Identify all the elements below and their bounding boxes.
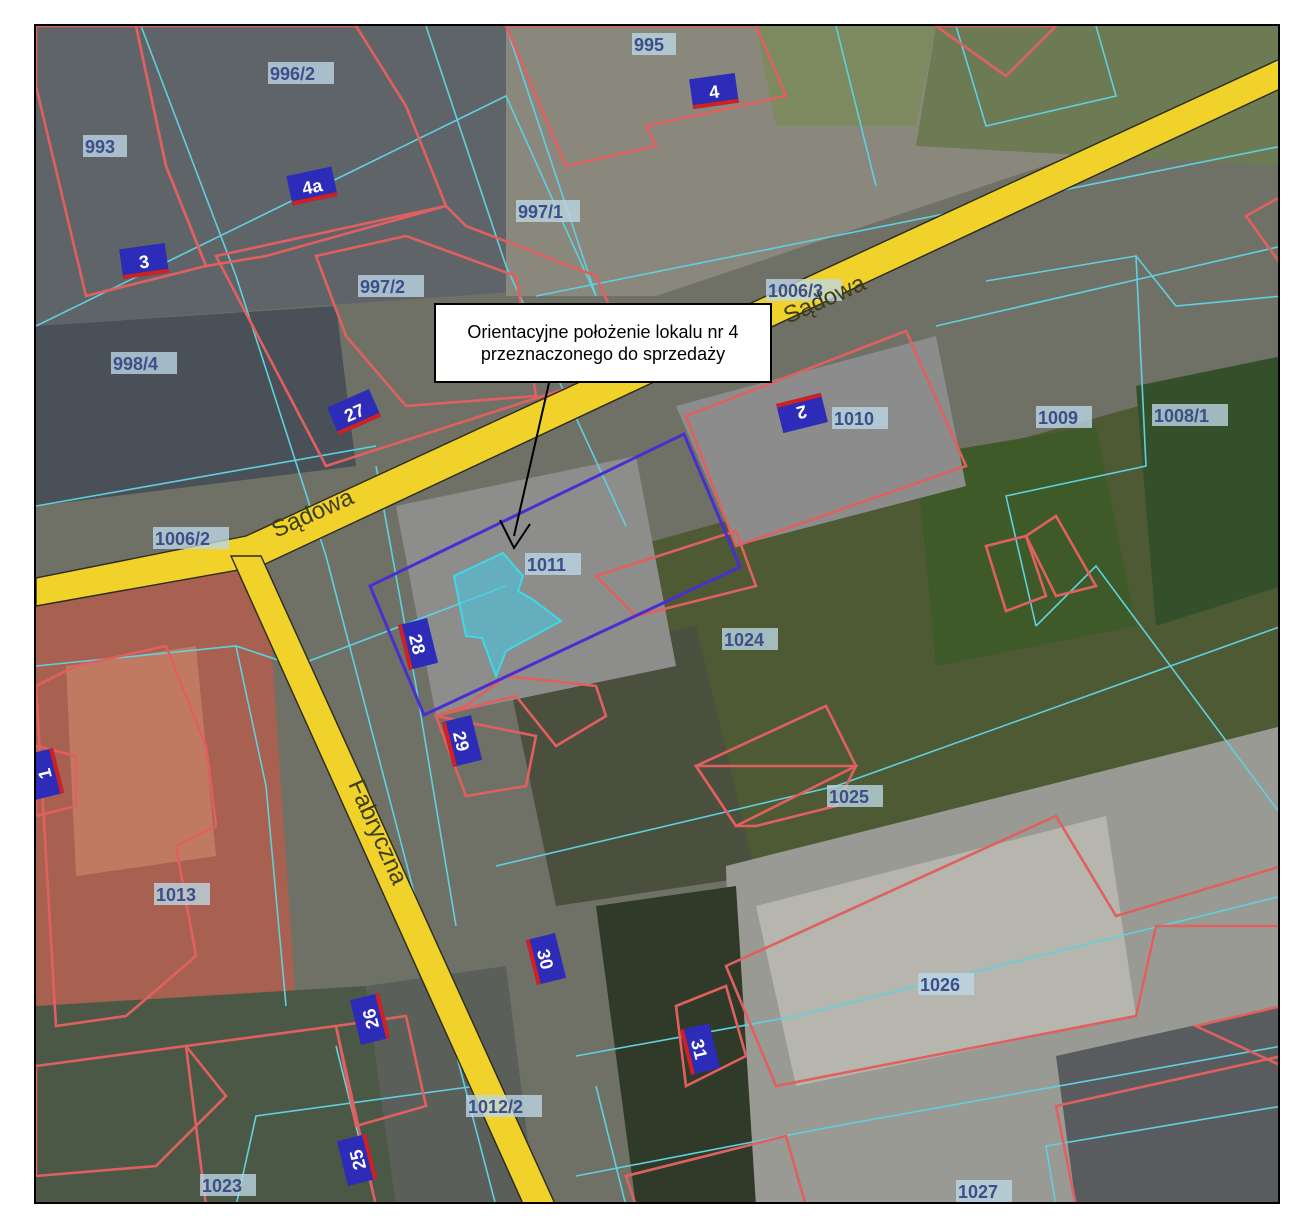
location-callout: Orientacyjne położenie lokalu nr 4 przez… <box>434 303 772 383</box>
callout-line-1: Orientacyjne położenie lokalu nr 4 <box>467 322 739 342</box>
cadastral-map: 993 995 996/2 997/1 997/2 998/4 1006/2 1… <box>36 26 1278 1202</box>
parcel-label: 996/2 <box>270 64 315 84</box>
parcel-label: 1008/1 <box>1154 406 1209 426</box>
parcel-label: 1023 <box>202 1176 242 1196</box>
parcel-label: 1024 <box>724 630 764 650</box>
parcel-label: 1025 <box>829 787 869 807</box>
house-number-badge: 3 <box>119 242 169 280</box>
parcel-label: 997/1 <box>518 202 563 222</box>
parcel-label: 998/4 <box>113 354 158 374</box>
aerial-background <box>36 26 1278 1202</box>
parcel-label: 993 <box>85 137 115 157</box>
parcel-label: 1011 <box>527 555 566 575</box>
parcel-label: 1013 <box>156 885 196 905</box>
parcel-label: 1009 <box>1038 408 1078 428</box>
parcel-label: 1006/2 <box>155 529 210 549</box>
parcel-label: 1010 <box>834 409 874 429</box>
parcel-label: 995 <box>634 35 664 55</box>
parcel-label: 997/2 <box>360 277 405 297</box>
house-number-badge: 4 <box>689 72 739 110</box>
parcel-label: 1012/2 <box>468 1097 523 1117</box>
map-frame: 993 995 996/2 997/1 997/2 998/4 1006/2 1… <box>34 24 1280 1204</box>
parcel-label: 1026 <box>920 975 960 995</box>
parcel-label: 1027 <box>958 1182 998 1202</box>
callout-line-2: przeznaczonego do sprzedaży <box>480 344 726 364</box>
